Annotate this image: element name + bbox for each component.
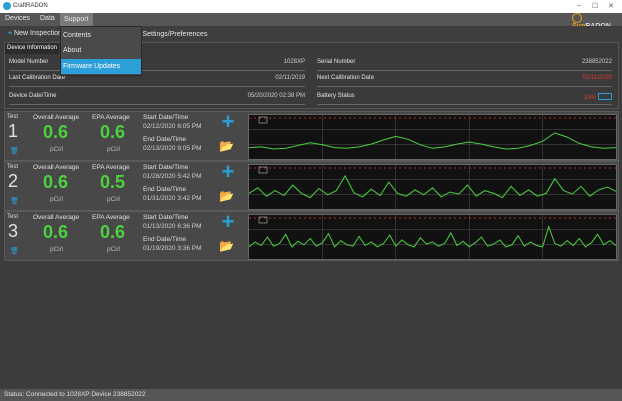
model-number-label: Model Number (9, 59, 49, 65)
test-label: Test (7, 164, 19, 170)
test-row-2[interactable]: Test 2 🗑 Overall Average 0.6 pCi/l EPA A… (4, 161, 619, 211)
add-icon[interactable]: + (219, 211, 237, 233)
start-value: 02/12/2020 6:05 PM (143, 123, 202, 130)
series-line (249, 132, 616, 150)
epa-average-value: 0.5 (100, 172, 126, 192)
test-label: Test (7, 214, 19, 220)
epa-average-label: EPA Average (92, 114, 130, 121)
chart-svg (249, 215, 616, 259)
epa-average-value: 0.6 (100, 222, 126, 242)
menu-devices[interactable]: Devices (5, 15, 30, 22)
epa-unit: pCi/l (107, 146, 121, 153)
menu-item-contents[interactable]: Contents (61, 28, 141, 43)
device-info-header: Device Information (5, 43, 60, 54)
serial-number-label: Serial Number (317, 59, 356, 65)
chart-svg (249, 165, 616, 209)
test-number: 3 (8, 221, 19, 241)
close-button[interactable]: ✕ (608, 2, 614, 10)
device-datetime-value: 05/20/2020 02:38 PM (247, 93, 305, 99)
last-calibration-field: Last Calibration Date 02/11/2019 (9, 73, 305, 87)
model-number-field: Model Number 1028XP (9, 57, 305, 71)
device-datetime-field: Device Date/Time 05/20/2020 02:38 PM (9, 91, 305, 105)
end-value: 01/19/2020 3:36 PM (143, 245, 202, 252)
title-bar: CraftRADON – ☐ ✕ (0, 0, 622, 13)
overall-unit: pCi/l (50, 246, 64, 253)
trash-icon[interactable]: 🗑 (10, 147, 19, 155)
trash-icon[interactable]: 🗑 (10, 247, 19, 255)
test-chart-3 (248, 214, 617, 260)
overall-average-label: Overall Average (33, 114, 80, 121)
overall-average-value: 0.6 (43, 122, 69, 142)
battery-status-field: Battery Status 13% (317, 91, 612, 105)
menu-item-firmware-updates[interactable]: Firmware Updates (61, 59, 141, 74)
settings-button[interactable]: ▸ Settings/Preferences (137, 30, 207, 38)
trash-icon[interactable]: 🗑 (10, 197, 19, 205)
overall-average-label: Overall Average (33, 164, 80, 171)
test-chart-2 (248, 164, 617, 210)
end-value: 01/31/2020 3:42 PM (143, 195, 202, 202)
epa-average-value: 0.6 (100, 122, 126, 142)
overall-average-value: 0.6 (43, 172, 69, 192)
epa-unit: pCi/l (107, 196, 121, 203)
battery-icon (598, 93, 612, 100)
new-inspection-label: New Inspection (14, 30, 62, 37)
next-calibration-field: Next Calibration Date 02/11/2020 (317, 73, 612, 87)
end-label: End Date/Time (143, 186, 187, 193)
epa-average-label: EPA Average (92, 164, 130, 171)
end-value: 02/13/2020 9:05 PM (143, 145, 202, 152)
start-value: 01/28/2020 5:42 PM (143, 173, 202, 180)
folder-open-icon[interactable]: 📂 (219, 189, 237, 203)
test-number: 2 (8, 171, 19, 191)
start-value: 01/13/2020 6:36 PM (143, 223, 202, 230)
folder-open-icon[interactable]: 📂 (219, 239, 237, 253)
start-label: Start Date/Time (143, 214, 189, 221)
settings-label: Settings/Preferences (142, 31, 208, 38)
next-calibration-value: 02/11/2020 (582, 75, 612, 81)
test-chart-1 (248, 114, 617, 160)
test-row-3[interactable]: Test 3 🗑 Overall Average 0.6 pCi/l EPA A… (4, 211, 619, 261)
add-icon[interactable]: + (219, 161, 237, 183)
menu-item-about[interactable]: About (61, 43, 141, 58)
menu-support[interactable]: Support (60, 13, 93, 26)
battery-status-label: Battery Status (317, 93, 355, 99)
test-row-1[interactable]: Test 1 🗑 Overall Average 0.6 pCi/l EPA A… (4, 111, 619, 161)
menu-bar: Devices Data Support (0, 13, 622, 26)
new-inspection-button[interactable]: + New Inspection (8, 30, 62, 37)
window-title: CraftRADON (13, 3, 48, 9)
overall-unit: pCi/l (50, 146, 64, 153)
overall-average-value: 0.6 (43, 222, 69, 242)
serial-number-value: 238852022 (581, 59, 612, 65)
app-icon (3, 2, 11, 10)
status-text: Status: Connected to 1028XP Device 23885… (4, 391, 146, 398)
test-number: 1 (8, 121, 19, 141)
last-calibration-value: 02/11/2019 (275, 75, 305, 81)
model-number-value: 1028XP (283, 59, 305, 65)
support-menu-dropdown: Contents About Firmware Updates (60, 26, 142, 76)
start-label: Start Date/Time (143, 114, 189, 121)
battery-percent: 13% (583, 95, 596, 101)
status-bar: Status: Connected to 1028XP Device 23885… (0, 389, 622, 401)
device-datetime-label: Device Date/Time (9, 93, 57, 99)
battery-status-value: 13% (584, 93, 612, 101)
serial-number-field: Serial Number 238852022 (317, 57, 612, 71)
epa-average-label: EPA Average (92, 214, 130, 221)
epa-unit: pCi/l (107, 246, 121, 253)
start-label: Start Date/Time (143, 164, 189, 171)
menu-data[interactable]: Data (40, 15, 55, 22)
overall-unit: pCi/l (50, 196, 64, 203)
add-icon[interactable]: + (219, 111, 237, 133)
test-label: Test (7, 114, 19, 120)
end-label: End Date/Time (143, 136, 187, 143)
next-calibration-label: Next Calibration Date (317, 75, 375, 81)
maximize-button[interactable]: ☐ (592, 2, 598, 10)
minimize-button[interactable]: – (577, 2, 581, 9)
last-calibration-label: Last Calibration Date (9, 75, 66, 81)
end-label: End Date/Time (143, 236, 187, 243)
chart-svg (249, 115, 616, 159)
folder-open-icon[interactable]: 📂 (219, 139, 237, 153)
sun-icon (572, 13, 582, 23)
overall-average-label: Overall Average (33, 214, 80, 221)
